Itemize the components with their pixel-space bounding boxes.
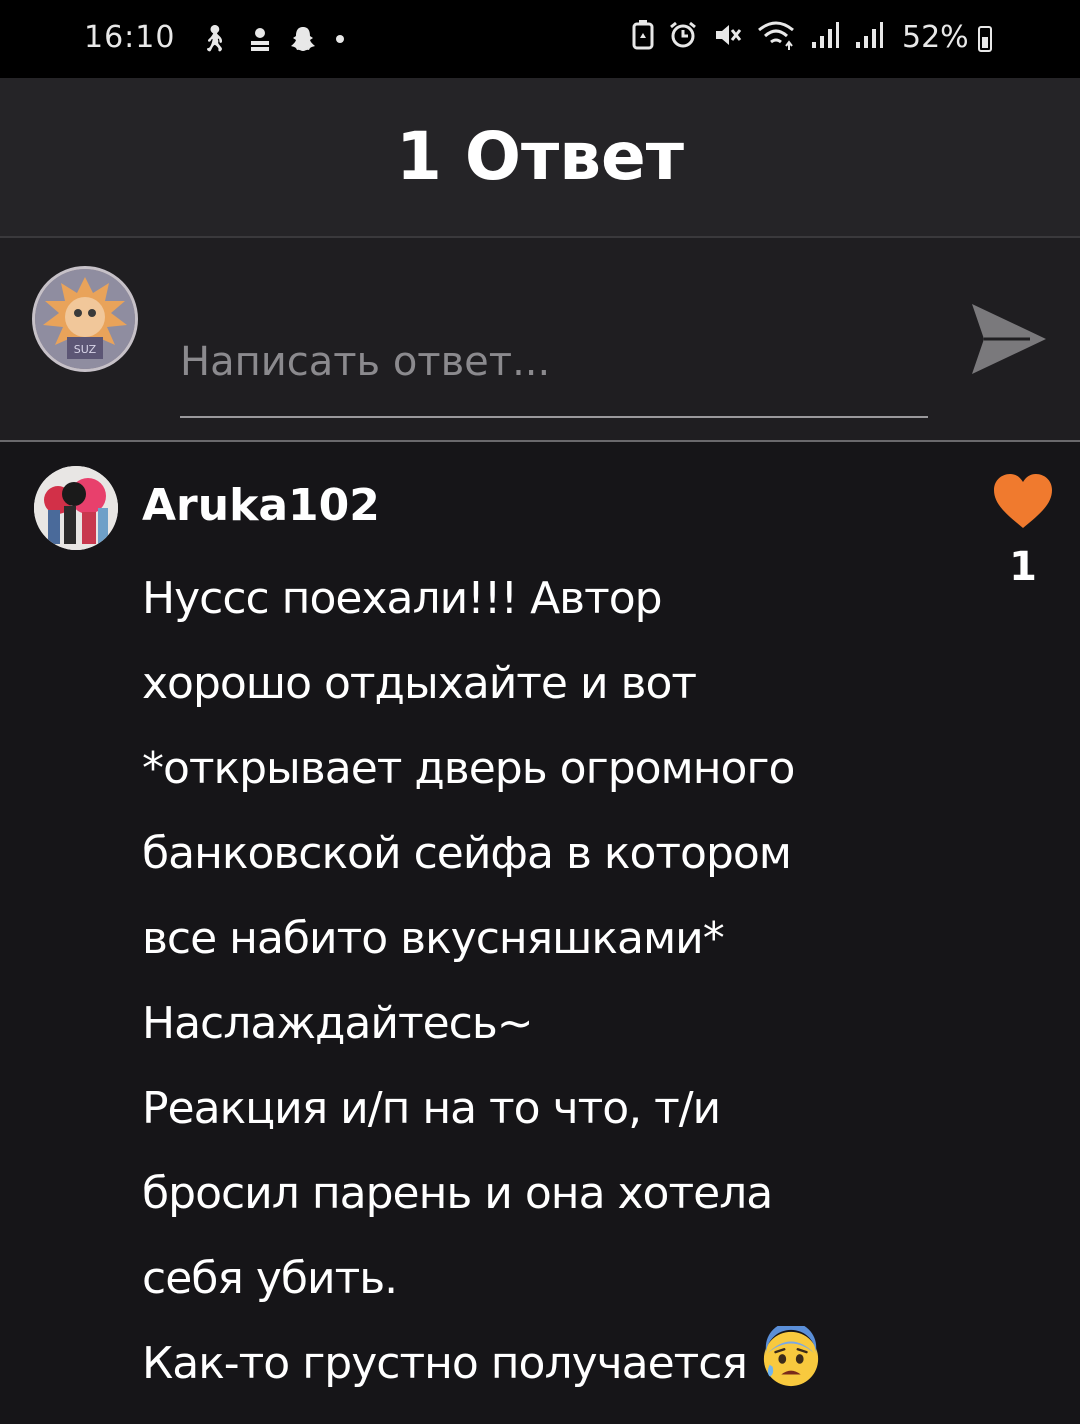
comment-line: бросил парень и она хотела [142,1168,773,1219]
alarm-icon [670,21,696,48]
comment-line: *открывает дверь огромного [142,743,795,794]
status-bar: 16:10 🚶︎ 52% [0,0,1080,78]
header-bar: 1 Ответ [0,78,1080,238]
comment-last-line: Как-то грустно получается [142,1321,962,1406]
avatar[interactable]: SUZ [32,266,138,372]
comment-line: хорошо отдыхайте и вот [142,658,697,709]
reply-composer: SUZ [0,238,1080,442]
commenter-avatar[interactable] [34,466,118,550]
comment-line: банковской сейфа в котором [142,828,792,879]
comment-line: Как-то грустно получается [142,1338,748,1389]
walking-icon: 🚶︎ [198,24,232,54]
dot-icon [336,35,345,43]
wifi-icon [758,21,794,50]
page-title: 1 Ответ [395,118,685,195]
battery-percentage: 52% [902,20,969,55]
snapchat-icon [291,27,316,51]
comment-item: Aruka102 Нуссс поехали!!! Автор хорошо о… [0,444,1080,1424]
reply-input[interactable] [180,308,928,418]
heart-icon[interactable] [992,472,1054,530]
anxious-face-with-sweat-icon [763,1326,819,1387]
battery-saver-icon [632,20,654,50]
avatar-sign: SUZ [74,343,97,356]
comment-line: Наслаждайтесь~ [142,998,534,1049]
person-icon [251,28,270,51]
comment-line: Нуссс поехали!!! Автор [142,573,663,624]
commenter-avatar-image [34,466,118,550]
status-time: 16:10 [84,20,176,55]
comment-line: себя убить. [142,1253,398,1304]
comment-line: Реакция и/п на то что, т/и [142,1083,721,1134]
comment-line: все набито вкусняшками* [142,913,725,964]
battery-icon [978,26,992,52]
signal-icon [856,22,883,48]
commenter-username[interactable]: Aruka102 [142,480,380,531]
send-icon[interactable] [970,300,1048,378]
like-count: 1 [1009,544,1037,590]
comment-text: Нуссс поехали!!! Автор хорошо отдыхайте … [142,556,962,1406]
signal-icon [812,22,839,48]
mute-icon [716,25,742,45]
avatar-drawing: SUZ [35,269,135,369]
